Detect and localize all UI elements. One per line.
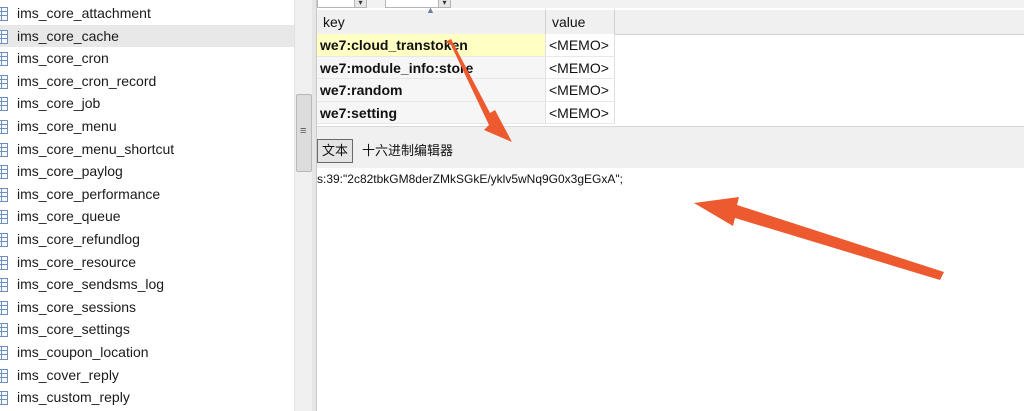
table-list-item[interactable]: ims_core_job	[0, 92, 294, 115]
key-cell[interactable]: we7:setting	[317, 101, 546, 124]
table-icon	[0, 142, 8, 157]
table-list-item[interactable]: ims_core_cache	[0, 24, 294, 48]
table-icon	[0, 187, 8, 202]
table-list-item[interactable]: ims_core_queue	[0, 205, 294, 228]
filter-combo-1[interactable]: ▾	[317, 0, 367, 8]
filter-combo-2[interactable]: ▾	[385, 0, 451, 8]
table-row[interactable]: we7:setting <MEMO>	[317, 101, 615, 124]
table-icon	[0, 278, 8, 293]
column-header-value[interactable]: value	[546, 10, 615, 34]
table-list-item-label: ims_core_queue	[17, 208, 121, 225]
table-icon	[0, 300, 8, 315]
table-list-item-label: ims_core_cron	[17, 50, 109, 67]
table-list-item[interactable]: ims_core_cron_record	[0, 70, 294, 93]
table-list-item[interactable]: ims_custom_reply	[0, 386, 294, 409]
table-list-item[interactable]: ims_core_sessions	[0, 296, 294, 319]
table-list-item[interactable]: ims_core_resource	[0, 251, 294, 274]
value-cell[interactable]: <MEMO>	[546, 34, 615, 57]
table-icon	[0, 7, 8, 21]
table-list-item-label: ims_cover_reply	[17, 366, 119, 383]
table-list-item-label: ims_core_refundlog	[17, 230, 140, 247]
table-list-item-label: ims_core_attachment	[17, 5, 151, 21]
table-icon	[0, 368, 8, 383]
chevron-down-icon: ▾	[354, 0, 366, 7]
table-icon	[0, 232, 8, 247]
table-list-item-label: ims_core_menu	[17, 117, 117, 134]
data-grid: key ▲ value we7:cloud_transtoken <MEMO> we…	[317, 6, 1024, 126]
table-list: ims_core_attachment ims_core_cache ims_cor…	[0, 2, 294, 409]
value-cell[interactable]: <MEMO>	[546, 79, 615, 102]
value-cell[interactable]: <MEMO>	[546, 101, 615, 124]
table-list-item-label: ims_core_performance	[17, 185, 161, 202]
table-icon	[0, 119, 8, 134]
table-list-item-label: ims_coupon_location	[17, 343, 149, 360]
table-icon	[0, 52, 8, 67]
table-list-item-label: ims_core_settings	[17, 321, 130, 338]
table-list-item-label: ims_core_paylog	[17, 163, 123, 180]
table-icon	[0, 29, 8, 44]
top-toolbar-strip: ▾ ▾	[317, 0, 1024, 8]
table-list-item-label: ims_core_menu_shortcut	[17, 140, 175, 157]
table-row[interactable]: we7:random <MEMO>	[317, 79, 615, 102]
table-list-item-label: ims_core_sessions	[17, 298, 137, 315]
table-list-item-label: ims_core_sendsms_log	[17, 276, 165, 293]
table-row[interactable]: we7:module_info:store <MEMO>	[317, 56, 615, 79]
table-list-item-label: ims_core_resource	[17, 253, 137, 270]
table-list-item-label: ims_core_cache	[17, 27, 119, 44]
table-list-panel: ims_core_attachment ims_core_cache ims_cor…	[0, 0, 294, 411]
text-mode-tab[interactable]: 文本	[317, 139, 353, 163]
key-cell[interactable]: we7:cloud_transtoken	[317, 34, 546, 57]
table-list-item[interactable]: ims_core_performance	[0, 183, 294, 206]
table-list-item-label: ims_core_cron_record	[17, 72, 157, 89]
table-list-item[interactable]: ims_core_sendsms_log	[0, 273, 294, 296]
table-list-item[interactable]: ims_cover_reply	[0, 364, 294, 387]
table-list-item[interactable]: ims_core_menu	[0, 115, 294, 138]
value-editor[interactable]: s:39:"2c82tbkGM8derZMkSGkE/yklv5wNq9G0x3…	[317, 168, 1024, 411]
table-icon	[0, 345, 8, 360]
editor-text[interactable]: s:39:"2c82tbkGM8derZMkSGkE/yklv5wNq9G0x3…	[317, 172, 623, 186]
scrollbar-thumb[interactable]: ≡	[296, 94, 312, 172]
scrollbar-grip-icon: ≡	[300, 125, 307, 137]
table-list-item-label: ims_core_job	[17, 95, 101, 112]
table-list-item[interactable]: ims_core_menu_shortcut	[0, 138, 294, 161]
table-icon	[0, 210, 8, 225]
table-icon	[0, 165, 8, 180]
table-list-item[interactable]: ims_core_paylog	[0, 160, 294, 183]
table-row[interactable]: we7:cloud_transtoken <MEMO>	[317, 34, 615, 57]
grid-header: key ▲ value	[317, 6, 1024, 35]
table-icon	[0, 391, 8, 406]
table-icon	[0, 97, 8, 112]
value-cell[interactable]: <MEMO>	[546, 56, 615, 79]
table-list-item[interactable]: ims_core_settings	[0, 318, 294, 341]
table-list-item[interactable]: ims_core_attachment	[0, 2, 294, 25]
key-cell[interactable]: we7:random	[317, 79, 546, 102]
table-list-item-label: ims_custom_reply	[17, 389, 130, 406]
editor-toolbar: 文本 十六进制编辑器	[317, 126, 1024, 169]
column-header-label: key	[323, 14, 345, 30]
table-list-item[interactable]: ims_core_cron	[0, 47, 294, 70]
sort-ascending-icon: ▲	[426, 5, 435, 15]
hex-editor-tab[interactable]: 十六进制编辑器	[362, 139, 453, 163]
key-cell[interactable]: we7:module_info:store	[317, 56, 546, 79]
table-list-item[interactable]: ims_coupon_location	[0, 341, 294, 364]
table-icon	[0, 74, 8, 89]
table-icon	[0, 323, 8, 338]
sidebar-scrollbar[interactable]: ≡	[294, 0, 313, 411]
column-header-label: value	[552, 14, 586, 30]
chevron-down-icon: ▾	[438, 0, 450, 7]
table-list-item[interactable]: ims_core_refundlog	[0, 228, 294, 251]
data-pane: ▾ ▾ key ▲ value we7:cloud_transtoken <MEM…	[317, 0, 1024, 411]
table-icon	[0, 255, 8, 270]
